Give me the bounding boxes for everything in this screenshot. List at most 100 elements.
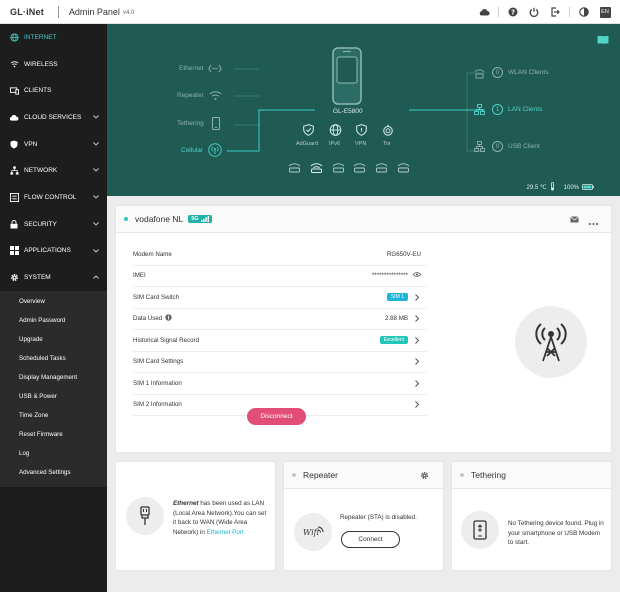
gear-icon[interactable] <box>420 471 429 482</box>
sidebar-item-label: NETWORK <box>24 167 58 175</box>
sidebar-item-internet[interactable]: INTERNET <box>0 24 107 51</box>
submenu-item-overview[interactable]: Overview <box>0 292 107 311</box>
connect-button[interactable]: Connect <box>341 531 400 548</box>
ipv6-icon[interactable] <box>329 124 342 138</box>
sim-card-settings-row[interactable]: SIM Card Settings <box>133 352 427 373</box>
signal-record-value: Excellent <box>379 336 408 345</box>
submenu-item-log[interactable]: Log <box>0 444 107 463</box>
chevron-right-icon <box>414 315 420 323</box>
sidebar-item-clients[interactable]: CLIENTS <box>0 77 107 104</box>
row-label: Modem Name <box>133 250 172 258</box>
wifi-icon[interactable] <box>209 90 222 103</box>
chevron-right-icon <box>414 379 420 387</box>
status-indicator <box>460 473 464 477</box>
sidebar-item-security[interactable]: SECURITY <box>0 211 107 238</box>
device-model: GL-E5800 <box>333 108 363 115</box>
sim1-information-row[interactable]: SIM 1 Information <box>133 373 427 395</box>
sidebar-item-label: SECURITY <box>24 220 57 228</box>
battery-icon <box>582 183 594 192</box>
apps-icon <box>9 246 19 256</box>
mode-icon-3[interactable] <box>332 162 345 175</box>
submenu-item-display-management[interactable]: Display Management <box>0 368 107 387</box>
sidebar-item-label: INTERNET <box>24 33 57 41</box>
ethernet-icon[interactable] <box>208 64 222 75</box>
router-device-icon <box>331 47 363 107</box>
mode-icon-5[interactable] <box>375 162 388 175</box>
lock-icon <box>9 219 19 229</box>
clients-icon <box>9 86 19 96</box>
cellular-icon[interactable] <box>208 143 222 159</box>
output-label-wlan[interactable]: WLAN Clients <box>508 69 548 76</box>
row-label: SIM Card Settings <box>133 358 184 366</box>
power-icon[interactable] <box>527 5 541 19</box>
vpn-icon[interactable] <box>356 124 367 138</box>
output-label-lan[interactable]: LAN Clients <box>508 106 542 113</box>
sidebar-item-vpn[interactable]: VPN <box>0 131 107 158</box>
sidebar-item-system[interactable]: SYSTEM <box>0 264 107 291</box>
logout-icon[interactable] <box>548 5 562 19</box>
mode-icon-6[interactable] <box>397 162 410 175</box>
submenu-item-admin-password[interactable]: Admin Password <box>0 311 107 330</box>
phone-icon[interactable] <box>212 117 220 132</box>
eye-icon[interactable] <box>412 272 422 279</box>
row-label: Historical Signal Record <box>133 336 200 344</box>
theme-icon[interactable] <box>577 5 591 19</box>
cell-tower-icon <box>515 306 587 378</box>
language-button[interactable]: EN <box>598 5 612 19</box>
sidebar-item-wireless[interactable]: WIRELESS <box>0 51 107 78</box>
submenu-item-upgrade[interactable]: Upgrade <box>0 330 107 349</box>
submenu-item-scheduled-tasks[interactable]: Scheduled Tasks <box>0 349 107 368</box>
row-label: Data Used i <box>133 314 385 323</box>
ethernet-name: Ethernet <box>173 500 199 507</box>
chevron-up-icon <box>93 274 99 281</box>
mode-icon-1[interactable] <box>288 162 301 175</box>
sim-switch-row[interactable]: SIM Card Switch SIM 1 <box>133 287 427 309</box>
modem-name-row: Modem Name RG650V-EU <box>133 244 427 266</box>
chevron-down-icon <box>93 194 99 201</box>
more-options-icon[interactable] <box>589 218 598 227</box>
signal-record-row[interactable]: Historical Signal Record Excellent <box>133 330 427 352</box>
lan-clients-count[interactable]: 1 <box>492 104 503 115</box>
ethernet-plug-icon <box>126 497 164 535</box>
mode-icon-4[interactable] <box>353 162 366 175</box>
cellular-card: vodafone NL 5G Modem Name RG650V-EU IMEI… <box>116 206 611 452</box>
adguard-icon[interactable] <box>303 124 314 138</box>
sidebar-item-label: VPN <box>24 140 38 148</box>
status-indicator <box>292 473 296 477</box>
tor-icon[interactable] <box>383 124 393 138</box>
temperature-value: 29.5 ℃ <box>526 185 547 191</box>
usb-clients-count[interactable]: 0 <box>492 141 503 152</box>
wlan-clients-icon <box>474 68 485 81</box>
input-label-repeater: Repeater <box>177 92 204 99</box>
row-label: SIM 1 Information <box>133 379 182 387</box>
disconnect-button[interactable]: Disconnect <box>247 408 306 425</box>
sidebar-item-applications[interactable]: APPLICATIONS <box>0 238 107 265</box>
submenu-item-advanced-settings[interactable]: Advanced Settings <box>0 463 107 482</box>
book-icon[interactable] <box>597 35 609 47</box>
repeater-title: Repeater <box>303 470 338 480</box>
submenu-item-usb-power[interactable]: USB & Power <box>0 387 107 406</box>
mode-icon-2[interactable] <box>310 162 323 175</box>
help-icon[interactable]: ? <box>506 5 520 19</box>
submenu-item-time-zone[interactable]: Time Zone <box>0 406 107 425</box>
ethernet-port-link[interactable]: Ethernet Port <box>207 529 244 536</box>
tethering-card: Tethering No Tethering device found. Plu… <box>452 462 611 570</box>
data-used-label: Data Used <box>133 315 163 323</box>
usb-clients-icon <box>474 141 485 154</box>
chevron-down-icon <box>93 221 99 228</box>
sidebar-item-flow-control[interactable]: FLOW CONTROL <box>0 184 107 211</box>
submenu-item-reset-firmware[interactable]: Reset Firmware <box>0 425 107 444</box>
info-icon[interactable]: i <box>165 314 172 323</box>
cellular-card-header: vodafone NL 5G <box>116 206 611 233</box>
service-label-adguard: AdGuard <box>296 141 319 147</box>
sidebar-item-network[interactable]: NETWORK <box>0 157 107 184</box>
wlan-clients-count[interactable]: 0 <box>492 67 503 78</box>
sidebar-item-label: APPLICATIONS <box>24 247 71 255</box>
version-label: v4.0 <box>122 9 135 16</box>
sms-icon[interactable] <box>570 216 579 225</box>
output-label-usb[interactable]: USB Client <box>508 143 540 150</box>
status-indicator <box>124 217 128 221</box>
sidebar-item-cloud-services[interactable]: CLOUD SERVICES <box>0 104 107 131</box>
data-used-row[interactable]: Data Used i 2.88 MB <box>133 309 427 330</box>
cloud-icon[interactable] <box>477 5 491 19</box>
